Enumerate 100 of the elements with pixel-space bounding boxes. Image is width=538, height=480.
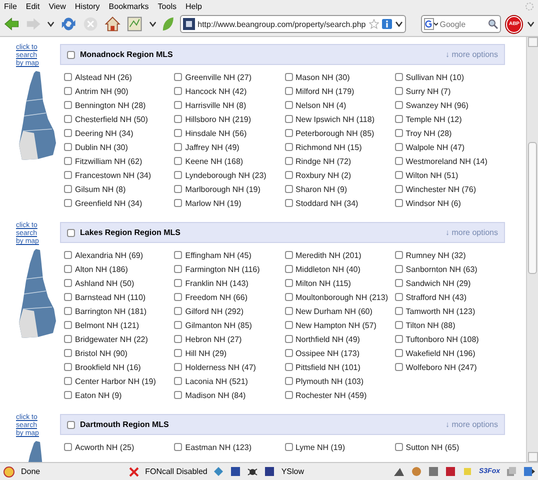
diamond-icon[interactable] bbox=[213, 466, 224, 477]
checkbox[interactable] bbox=[64, 377, 72, 385]
town-label[interactable]: Troy NH (28) bbox=[406, 128, 452, 138]
town-label[interactable]: Gilford NH (292) bbox=[185, 306, 244, 316]
town-label[interactable]: Freedom NH (66) bbox=[185, 292, 248, 302]
town-label[interactable]: Milford NH (179) bbox=[296, 86, 354, 96]
checkbox[interactable] bbox=[64, 251, 72, 259]
town-label[interactable]: Barrington NH (181) bbox=[75, 306, 147, 316]
checkbox[interactable] bbox=[394, 87, 403, 95]
back-icon[interactable] bbox=[3, 15, 20, 33]
town-label[interactable]: Middleton NH (40) bbox=[296, 264, 360, 274]
checkbox[interactable] bbox=[284, 363, 292, 371]
checkbox[interactable] bbox=[174, 307, 182, 315]
checkbox[interactable] bbox=[394, 443, 403, 451]
checkbox[interactable] bbox=[284, 335, 292, 343]
town-label[interactable]: Center Harbor NH (19) bbox=[75, 376, 156, 386]
town-label[interactable]: Windsor NH (6) bbox=[406, 198, 461, 208]
menu-item[interactable]: Tools bbox=[158, 2, 176, 10]
town-label[interactable]: Northfield NH (49) bbox=[296, 334, 360, 344]
checkbox[interactable] bbox=[394, 73, 403, 81]
town-label[interactable]: Belmont NH (121) bbox=[75, 320, 140, 330]
address-field[interactable]: http://www.beangroup.com/property/search.php bbox=[180, 15, 406, 33]
town-label[interactable]: Strafford NH (43) bbox=[406, 292, 467, 302]
menu-item[interactable]: History bbox=[74, 2, 100, 10]
town-label[interactable]: Madison NH (84) bbox=[185, 390, 246, 400]
checkbox[interactable] bbox=[284, 443, 292, 451]
checkbox[interactable] bbox=[64, 115, 72, 123]
state-map-drawing[interactable] bbox=[16, 249, 56, 339]
checkbox[interactable] bbox=[284, 279, 292, 287]
town-label[interactable]: Bridgewater NH (22) bbox=[75, 334, 148, 344]
town-label[interactable]: Tuftonboro NH (108) bbox=[406, 334, 479, 344]
checkbox[interactable] bbox=[64, 185, 72, 193]
checkbox[interactable] bbox=[394, 157, 403, 165]
checkbox[interactable] bbox=[67, 228, 75, 236]
scroll-up-button[interactable] bbox=[528, 37, 538, 47]
checkbox[interactable] bbox=[394, 293, 403, 301]
checkbox[interactable] bbox=[174, 349, 182, 357]
checkbox[interactable] bbox=[174, 251, 182, 259]
menu-item[interactable]: Help bbox=[185, 2, 202, 10]
town-label[interactable]: Sanbornton NH (63) bbox=[406, 264, 478, 274]
checkbox[interactable] bbox=[394, 251, 403, 259]
state-map-drawing[interactable] bbox=[16, 71, 56, 161]
checkbox[interactable] bbox=[394, 335, 403, 343]
checkbox[interactable] bbox=[284, 251, 292, 259]
checkbox[interactable] bbox=[394, 115, 403, 123]
checkbox[interactable] bbox=[284, 377, 292, 385]
town-label[interactable]: Sutton NH (65) bbox=[406, 442, 460, 452]
checkbox[interactable] bbox=[67, 420, 75, 428]
town-label[interactable]: Swanzey NH (96) bbox=[406, 100, 468, 110]
town-label[interactable]: Sharon NH (9) bbox=[296, 184, 348, 194]
checkbox[interactable] bbox=[394, 321, 403, 329]
checkbox[interactable] bbox=[284, 171, 292, 179]
checkbox[interactable] bbox=[284, 199, 292, 207]
town-label[interactable]: Westmoreland NH (14) bbox=[406, 156, 488, 166]
town-label[interactable]: Wakefield NH (196) bbox=[406, 348, 476, 358]
checkbox[interactable] bbox=[394, 185, 403, 193]
town-label[interactable]: Marlow NH (19) bbox=[185, 198, 242, 208]
town-label[interactable]: Alstead NH (26) bbox=[75, 72, 132, 82]
town-label[interactable]: Hebron NH (27) bbox=[185, 334, 242, 344]
extension-icon[interactable] bbox=[523, 466, 536, 477]
menu-item[interactable]: Edit bbox=[26, 2, 40, 10]
square-icon[interactable] bbox=[230, 466, 242, 477]
checkbox[interactable] bbox=[284, 321, 292, 329]
town-label[interactable]: Brookfield NH (16) bbox=[75, 362, 141, 372]
town-label[interactable]: Harrisville NH (8) bbox=[185, 100, 246, 110]
menu-item[interactable]: Bookmarks bbox=[108, 2, 149, 10]
site-icon[interactable] bbox=[182, 18, 195, 30]
town-label[interactable]: Alton NH (186) bbox=[75, 264, 128, 274]
town-label[interactable]: Hillsboro NH (219) bbox=[185, 114, 252, 124]
checkbox[interactable] bbox=[174, 129, 182, 137]
town-label[interactable]: Tamworth NH (123) bbox=[406, 306, 476, 316]
town-label[interactable]: Sullivan NH (10) bbox=[406, 72, 464, 82]
town-label[interactable]: Keene NH (168) bbox=[185, 156, 244, 166]
town-label[interactable]: Francestown NH (34) bbox=[75, 170, 152, 180]
town-label[interactable]: Winchester NH (76) bbox=[406, 184, 476, 194]
checkbox[interactable] bbox=[284, 307, 292, 315]
town-label[interactable]: Walpole NH (47) bbox=[406, 142, 465, 152]
leaf-icon[interactable] bbox=[161, 15, 175, 33]
town-label[interactable]: Hill NH (29) bbox=[185, 348, 227, 358]
checkbox[interactable] bbox=[174, 73, 182, 81]
town-label[interactable]: Lyndeborough NH (23) bbox=[185, 170, 266, 180]
checkbox[interactable] bbox=[174, 87, 182, 95]
town-label[interactable]: Moultonborough NH (213) bbox=[296, 292, 388, 302]
checkbox[interactable] bbox=[174, 293, 182, 301]
copy-icon[interactable] bbox=[506, 466, 518, 477]
checkbox[interactable] bbox=[64, 293, 72, 301]
google-icon[interactable] bbox=[424, 18, 438, 30]
town-label[interactable]: Lyme NH (19) bbox=[296, 442, 345, 452]
checkbox[interactable] bbox=[394, 307, 403, 315]
town-label[interactable]: Meredith NH (201) bbox=[296, 250, 362, 260]
home-icon[interactable] bbox=[104, 15, 122, 33]
checkbox[interactable] bbox=[64, 87, 72, 95]
town-label[interactable]: Gilsum NH (8) bbox=[75, 184, 126, 194]
checkbox[interactable] bbox=[64, 143, 72, 151]
checkbox[interactable] bbox=[64, 335, 72, 343]
loading-icon[interactable] bbox=[525, 2, 534, 10]
menu-item[interactable]: View bbox=[48, 2, 66, 10]
town-label[interactable]: Milton NH (115) bbox=[296, 278, 351, 288]
checkbox[interactable] bbox=[394, 363, 403, 371]
checkbox[interactable] bbox=[64, 279, 72, 287]
